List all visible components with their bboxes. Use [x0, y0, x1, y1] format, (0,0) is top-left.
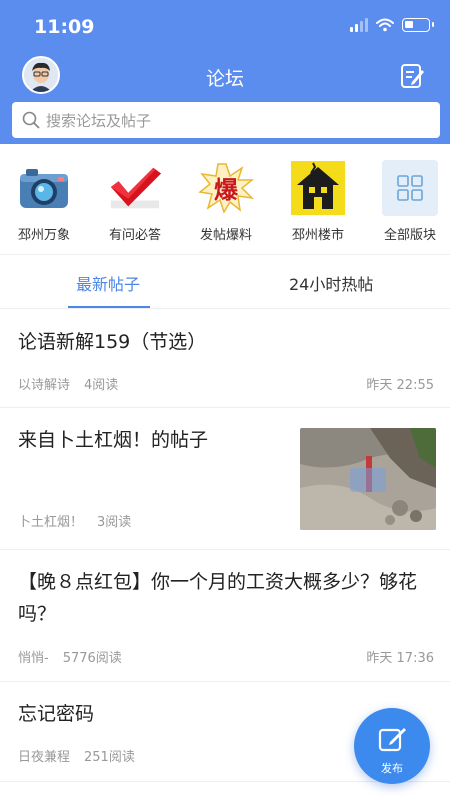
tab-latest[interactable]: 最新帖子: [76, 271, 140, 295]
svg-text:爆: 爆: [214, 176, 239, 204]
page-title: 论坛: [205, 68, 244, 90]
post-title: 来自卜土杠烟！的帖子: [18, 429, 209, 451]
post-meta: 以诗解诗 4阅读: [18, 374, 132, 393]
post-reads: 4阅读: [84, 378, 119, 393]
category-row: 邳州万象 有问必答 爆 发帖爆料 邳州楼市 全部版块: [0, 150, 450, 250]
battery-icon: [402, 18, 434, 32]
search-input[interactable]: 搜索论坛及帖子: [12, 102, 440, 138]
post-thumbnail[interactable]: [300, 428, 436, 530]
house-icon: [290, 160, 346, 216]
post-time: 昨天 17:36: [366, 651, 434, 666]
post-author: 悄悄-: [18, 651, 49, 666]
signal-icon: [350, 18, 368, 32]
post-item[interactable]: 来自卜土杠烟！的帖子 卜土杠烟！ 3阅读: [0, 408, 450, 550]
explosion-icon: 爆: [198, 160, 254, 216]
category-label: 全部版块: [383, 228, 436, 243]
edit-icon[interactable]: [400, 62, 426, 90]
search-bar-container: 搜索论坛及帖子: [0, 100, 450, 144]
category-item[interactable]: 邳州万象: [4, 160, 84, 243]
grid-icon: [382, 160, 438, 216]
publish-button[interactable]: 发布: [354, 708, 430, 784]
camera-icon: [16, 160, 72, 216]
app-header: 11:09 论坛: [0, 0, 450, 100]
category-item[interactable]: 邳州楼市: [278, 160, 358, 243]
status-time: 11:09: [34, 16, 95, 38]
post-title: 忘记密码: [18, 703, 95, 725]
tab-bar: 最新帖子 24小时热帖: [0, 255, 450, 309]
wifi-icon: [376, 18, 394, 32]
post-time: 昨天 22:55: [366, 378, 434, 393]
category-label: 邳州楼市: [291, 228, 344, 243]
status-bar: 11:09: [0, 0, 450, 52]
post-reads: 251阅读: [84, 750, 135, 765]
compose-icon: [378, 728, 406, 752]
post-title: 论语新解159（节选）: [18, 331, 207, 353]
category-label: 邳州万象: [17, 228, 70, 243]
publish-label: 发布: [381, 762, 403, 775]
category-item[interactable]: 爆 发帖爆料: [186, 160, 266, 243]
post-meta: 卜土杠烟！ 3阅读: [18, 511, 145, 530]
post-meta: 日夜兼程 251阅读: [18, 746, 149, 765]
checkmark-icon: [107, 160, 163, 216]
post-item[interactable]: 【晚８点红包】你一个月的工资大概多少？够花吗？ 悄悄- 5776阅读 昨天 17:…: [0, 550, 450, 682]
post-item[interactable]: 论语新解159（节选） 以诗解诗 4阅读 昨天 22:55: [0, 310, 450, 408]
post-author: 日夜兼程: [18, 750, 71, 765]
tab-hot[interactable]: 24小时热帖: [289, 271, 373, 295]
status-icons: [350, 18, 434, 32]
category-item[interactable]: 全部版块: [370, 160, 450, 243]
search-placeholder: 搜索论坛及帖子: [46, 111, 152, 130]
post-title: 【晚８点红包】你一个月的工资大概多少？够花吗？: [18, 571, 418, 625]
category-label: 发帖爆料: [199, 228, 252, 243]
search-icon: [22, 111, 40, 129]
post-reads: 5776阅读: [62, 651, 122, 666]
post-author: 以诗解诗: [18, 378, 71, 393]
post-meta: 悄悄- 5776阅读: [18, 647, 136, 666]
post-reads: 3阅读: [97, 515, 132, 530]
category-item[interactable]: 有问必答: [95, 160, 175, 243]
post-author: 卜土杠烟！: [18, 515, 84, 530]
category-label: 有问必答: [108, 228, 161, 243]
tab-active-indicator: [68, 306, 150, 308]
